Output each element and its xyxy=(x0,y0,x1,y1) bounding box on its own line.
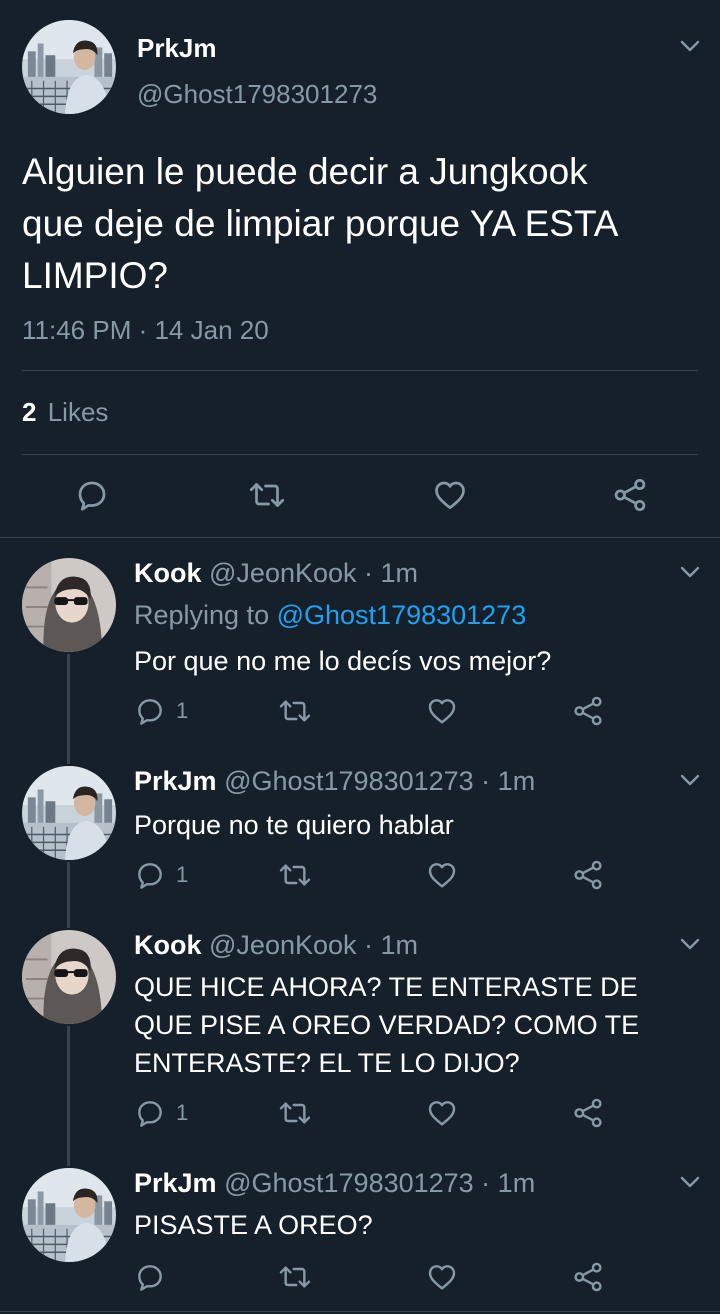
reply-icon xyxy=(74,477,110,513)
chevron-down-icon[interactable] xyxy=(679,937,701,951)
reply-header: PrkJm @Ghost1798301273 · 1m xyxy=(134,766,535,797)
likes-label: Likes xyxy=(47,397,109,427)
reply-text-line: Porque no te quiero hablar xyxy=(134,810,454,840)
avatar[interactable] xyxy=(22,766,116,860)
share-icon xyxy=(572,1261,604,1293)
reply-author-name[interactable]: PrkJm xyxy=(134,1168,217,1198)
reply-text-line: PISASTE A OREO? xyxy=(134,1210,373,1240)
reply-icon xyxy=(134,859,166,891)
thread-line xyxy=(67,862,70,928)
share-icon xyxy=(572,695,604,727)
chevron-down-icon[interactable] xyxy=(679,565,701,579)
tweet-text-line: LIMPIO? xyxy=(22,255,168,296)
retweet-icon xyxy=(278,695,312,727)
retweet-icon xyxy=(278,1261,312,1293)
reply-author-meta[interactable]: @Ghost1798301273 · 1m xyxy=(224,1168,535,1198)
tweet-text-line: que deje de limpiar porque YA ESTA xyxy=(22,203,619,244)
chevron-down-icon[interactable] xyxy=(679,1175,701,1189)
reply-author-name[interactable]: Kook xyxy=(134,930,202,960)
avatar[interactable] xyxy=(22,1168,116,1262)
reply-button[interactable]: 1 xyxy=(134,1097,188,1129)
reply-icon xyxy=(134,1261,166,1293)
retweet-button[interactable] xyxy=(278,695,312,727)
retweet-button[interactable] xyxy=(278,859,312,891)
heart-icon xyxy=(432,477,468,513)
share-icon xyxy=(572,1097,604,1129)
divider xyxy=(0,537,720,538)
heart-icon xyxy=(426,695,458,727)
reply-author-meta[interactable]: @JeonKook · 1m xyxy=(209,558,418,588)
share-button[interactable] xyxy=(572,695,604,727)
share-button[interactable] xyxy=(612,477,648,513)
share-button[interactable] xyxy=(572,859,604,891)
reply-text-line: Por que no me lo decís vos mejor? xyxy=(134,646,552,676)
like-button[interactable] xyxy=(426,1261,458,1293)
avatar[interactable] xyxy=(22,930,116,1024)
reply-button[interactable]: 1 xyxy=(134,859,188,891)
reply-button[interactable]: 1 xyxy=(134,695,188,727)
tweet-timestamp[interactable]: 11:46 PM · 14 Jan 20 xyxy=(22,315,269,346)
chevron-down-icon[interactable] xyxy=(679,773,701,787)
reply-text: Por que no me lo decís vos mejor? xyxy=(134,642,551,680)
reply-text: PISASTE A OREO? xyxy=(134,1206,373,1244)
reply-header: Kook @JeonKook · 1m xyxy=(134,558,418,589)
avatar[interactable] xyxy=(22,20,116,114)
author-display-name[interactable]: PrkJm xyxy=(137,33,217,64)
like-button[interactable] xyxy=(432,477,468,513)
author-handle[interactable]: @Ghost1798301273 xyxy=(137,79,377,110)
like-button[interactable] xyxy=(426,695,458,727)
reply-count: 1 xyxy=(176,862,189,887)
tweet-text: Alguien le puede decir a Jungkook que de… xyxy=(22,146,712,302)
reply-text-line: ENTERASTE? EL TE LO DIJO? xyxy=(134,1048,520,1078)
heart-icon xyxy=(426,859,458,891)
reply-button[interactable] xyxy=(134,1261,166,1293)
like-button[interactable] xyxy=(426,1097,458,1129)
likes-stat[interactable]: 2 Likes xyxy=(22,397,108,428)
reply-text: QUE HICE AHORA? TE ENTERASTE DE QUE PISE… xyxy=(134,968,694,1082)
reply-text-line: QUE HICE AHORA? TE ENTERASTE DE xyxy=(134,972,638,1002)
reply-author-name[interactable]: Kook xyxy=(134,558,202,588)
reply-icon xyxy=(134,1097,166,1129)
retweet-icon xyxy=(278,1097,312,1129)
reply-text: Porque no te quiero hablar xyxy=(134,806,454,844)
reply-author-meta[interactable]: @JeonKook · 1m xyxy=(209,930,418,960)
reply-author-meta[interactable]: @Ghost1798301273 · 1m xyxy=(224,766,535,796)
share-icon xyxy=(572,859,604,891)
avatar[interactable] xyxy=(22,558,116,652)
thread-line xyxy=(67,1026,70,1166)
retweet-button[interactable] xyxy=(278,1261,312,1293)
reply-text-line: QUE PISE A OREO VERDAD? COMO TE xyxy=(134,1010,640,1040)
like-button[interactable] xyxy=(426,859,458,891)
tweet-text-line: Alguien le puede decir a Jungkook xyxy=(22,151,588,192)
chevron-down-icon[interactable] xyxy=(679,39,701,53)
reply-author-name[interactable]: PrkJm xyxy=(134,766,217,796)
heart-icon xyxy=(426,1097,458,1129)
heart-icon xyxy=(426,1261,458,1293)
share-button[interactable] xyxy=(572,1097,604,1129)
share-button[interactable] xyxy=(572,1261,604,1293)
divider xyxy=(22,454,698,455)
retweet-icon xyxy=(278,859,312,891)
replying-to-handle[interactable]: @Ghost1798301273 xyxy=(277,600,527,630)
replying-to-label: Replying to xyxy=(134,600,270,630)
reply-count: 1 xyxy=(176,1100,189,1125)
thread-line xyxy=(67,654,70,764)
likes-count: 2 xyxy=(22,397,37,427)
reply-header: PrkJm @Ghost1798301273 · 1m xyxy=(134,1168,535,1199)
replying-to: Replying to @Ghost1798301273 xyxy=(134,600,526,631)
reply-count: 1 xyxy=(176,698,189,723)
share-icon xyxy=(612,477,648,513)
divider xyxy=(0,1311,720,1312)
divider xyxy=(22,370,698,371)
reply-button[interactable] xyxy=(74,477,110,513)
reply-icon xyxy=(134,695,166,727)
retweet-button[interactable] xyxy=(278,1097,312,1129)
reply-header: Kook @JeonKook · 1m xyxy=(134,930,418,961)
retweet-button[interactable] xyxy=(248,477,286,513)
retweet-icon xyxy=(248,477,286,513)
